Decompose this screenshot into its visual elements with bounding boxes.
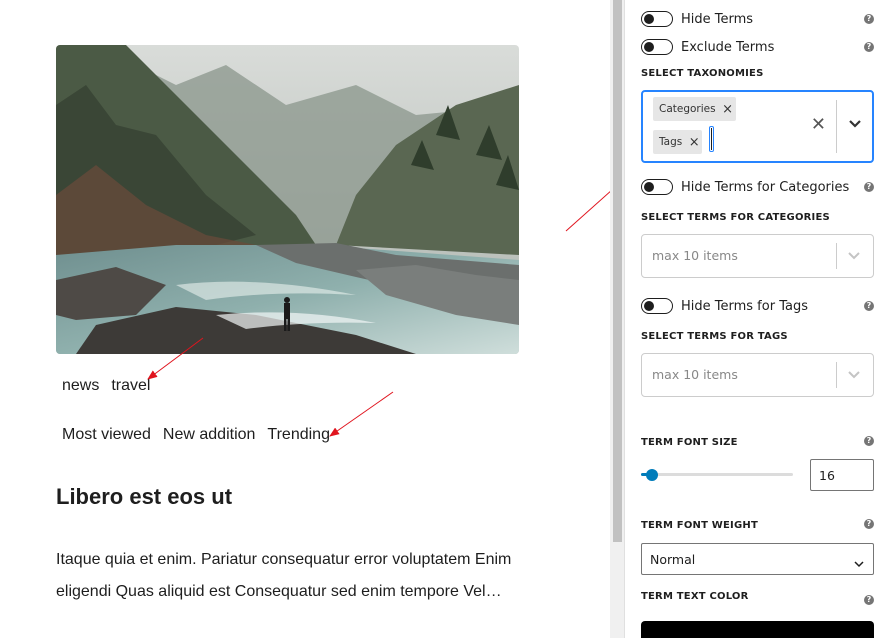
term-link[interactable]: news bbox=[56, 376, 105, 396]
terms-categories-select[interactable]: max 10 items bbox=[641, 234, 874, 278]
hide-terms-categories-label: Hide Terms for Categories bbox=[681, 179, 850, 195]
excerpt-line: Itaque quia et enim. Pariatur consequatu… bbox=[56, 551, 512, 568]
exclude-terms-control: Exclude Terms ? bbox=[641, 37, 874, 57]
terms-row-categories: news travel bbox=[56, 376, 156, 396]
select-divider bbox=[836, 243, 837, 269]
font-size-slider-track[interactable] bbox=[641, 473, 793, 476]
featured-image bbox=[56, 45, 519, 354]
chevron-down-icon[interactable] bbox=[847, 250, 861, 265]
hide-terms-label: Hide Terms bbox=[681, 11, 754, 27]
terms-tags-label: SELECT TERMS FOR TAGS bbox=[641, 331, 788, 342]
taxonomy-chip-label: Categories bbox=[659, 103, 716, 115]
hide-terms-categories-toggle[interactable] bbox=[641, 179, 673, 195]
excerpt-line: eligendi Quas aliquid est Consequatur se… bbox=[56, 583, 502, 600]
block-preview: news travel Most viewed New addition Tre… bbox=[0, 0, 610, 638]
font-size-input[interactable] bbox=[810, 459, 874, 491]
exclude-terms-label: Exclude Terms bbox=[681, 39, 775, 55]
hide-terms-toggle[interactable] bbox=[641, 11, 673, 27]
preview-scrollbar-thumb[interactable] bbox=[613, 0, 622, 542]
select-divider bbox=[836, 362, 837, 388]
post-excerpt: Itaque quia et enim. Pariatur consequatu… bbox=[56, 544, 526, 608]
font-size-label: TERM FONT SIZE bbox=[641, 437, 738, 448]
select-taxonomies-label: SELECT TAXONOMIES bbox=[641, 68, 764, 79]
hide-terms-control: Hide Terms ? bbox=[641, 9, 874, 29]
text-color-label: TERM TEXT COLOR bbox=[641, 591, 749, 602]
hide-terms-tags-toggle[interactable] bbox=[641, 298, 673, 314]
term-link[interactable]: Most viewed bbox=[56, 425, 157, 445]
font-weight-label: TERM FONT WEIGHT bbox=[641, 520, 758, 531]
select-placeholder: max 10 items bbox=[652, 248, 738, 263]
post-title[interactable]: Libero est eos ut bbox=[56, 484, 232, 510]
terms-row-tags: Most viewed New addition Trending bbox=[56, 425, 336, 445]
help-icon[interactable]: ? bbox=[864, 595, 874, 605]
chevron-down-icon bbox=[854, 556, 864, 571]
taxonomy-chip-label: Tags bbox=[659, 136, 683, 148]
taxonomies-multiselect[interactable]: Categories × Tags × ✕ bbox=[641, 90, 874, 163]
terms-tags-select[interactable]: max 10 items bbox=[641, 353, 874, 397]
hide-terms-categories-control: Hide Terms for Categories ? bbox=[641, 177, 874, 197]
text-color-swatch[interactable] bbox=[641, 621, 874, 638]
exclude-terms-toggle[interactable] bbox=[641, 39, 673, 55]
term-link[interactable]: travel bbox=[105, 376, 156, 396]
select-placeholder: max 10 items bbox=[652, 367, 738, 382]
terms-categories-label: SELECT TERMS FOR CATEGORIES bbox=[641, 212, 830, 223]
term-link[interactable]: Trending bbox=[261, 425, 336, 445]
taxonomy-chip: Categories × bbox=[653, 97, 736, 121]
help-icon[interactable]: ? bbox=[864, 301, 874, 311]
hide-terms-tags-label: Hide Terms for Tags bbox=[681, 298, 808, 314]
help-icon[interactable]: ? bbox=[864, 182, 874, 192]
remove-chip-icon[interactable]: × bbox=[720, 102, 736, 117]
clear-selection-icon[interactable]: ✕ bbox=[811, 114, 826, 135]
help-icon[interactable]: ? bbox=[864, 42, 874, 52]
help-icon[interactable]: ? bbox=[864, 14, 874, 24]
font-weight-value: Normal bbox=[650, 552, 696, 567]
font-weight-select[interactable]: Normal bbox=[641, 543, 874, 575]
help-icon[interactable]: ? bbox=[864, 519, 874, 529]
remove-chip-icon[interactable]: × bbox=[686, 135, 702, 150]
taxonomy-chip: Tags × bbox=[653, 130, 703, 154]
multiselect-divider bbox=[836, 100, 837, 153]
block-inspector: Hide Terms ? Exclude Terms ? SELECT TAXO… bbox=[625, 0, 885, 638]
help-icon[interactable]: ? bbox=[864, 436, 874, 446]
term-link[interactable]: New addition bbox=[157, 425, 262, 445]
font-size-slider-thumb[interactable] bbox=[645, 469, 658, 481]
chevron-down-icon[interactable] bbox=[847, 369, 861, 384]
mountain-river-photo bbox=[56, 45, 519, 354]
hide-terms-tags-control: Hide Terms for Tags ? bbox=[641, 296, 874, 316]
chevron-down-icon[interactable] bbox=[848, 118, 862, 133]
text-cursor[interactable] bbox=[709, 126, 714, 152]
